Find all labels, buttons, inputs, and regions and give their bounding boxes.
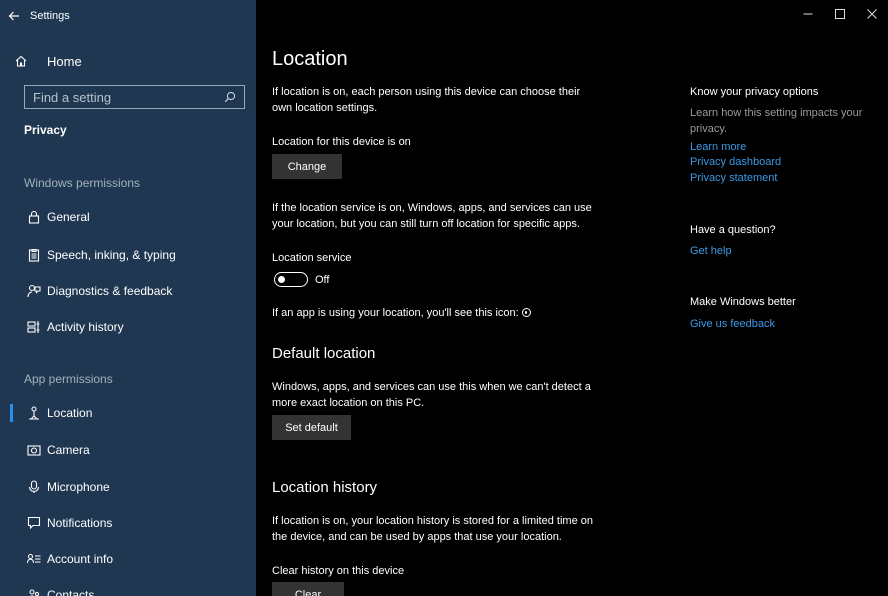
sidebar-item-camera[interactable]: Camera (0, 435, 256, 465)
sidebar-item-diagnostics[interactable]: Diagnostics & feedback (0, 276, 256, 306)
home-icon (11, 53, 31, 69)
sidebar-item-location[interactable]: Location (0, 398, 256, 428)
sidebar-item-label: Account info (47, 552, 114, 566)
question-heading: Have a question? (690, 224, 776, 236)
default-location-line2: more exact location on this PC. (272, 397, 425, 409)
privacy-options-text-line2: privacy. (690, 123, 728, 135)
window-controls (792, 0, 888, 32)
learn-more-link[interactable]: Learn more (690, 141, 746, 153)
toggle-state-label: Off (315, 273, 330, 286)
sidebar-item-notifications[interactable]: Notifications (0, 508, 256, 538)
clipboard-icon (24, 247, 44, 263)
sidebar-item-label: Contacts (47, 588, 95, 596)
microphone-icon (24, 479, 44, 495)
sidebar-item-label: Location (47, 406, 93, 420)
location-person-icon (24, 405, 44, 421)
sidebar-item-label: Activity history (47, 320, 124, 334)
account-info-icon (24, 551, 44, 567)
location-service-label: Location service (272, 252, 352, 264)
back-button[interactable] (0, 0, 28, 32)
timeline-icon (24, 319, 44, 335)
close-icon (867, 9, 877, 19)
default-location-line1: Windows, apps, and services can use this… (272, 381, 591, 393)
minimize-icon (803, 13, 813, 15)
clear-history-label: Clear history on this device (272, 565, 405, 577)
sidebar-item-general[interactable]: General (0, 202, 256, 232)
location-history-line1: If location is on, your location history… (272, 515, 593, 527)
contacts-icon (24, 587, 44, 596)
page-title: Location (272, 48, 348, 70)
feedback-person-icon (24, 283, 44, 299)
intro-text-line1: If location is on, each person using thi… (272, 86, 581, 98)
group-header-windows-permissions: Windows permissions (24, 176, 141, 190)
device-location-status: Location for this device is on (272, 136, 411, 148)
set-default-button[interactable]: Set default (272, 415, 351, 440)
sidebar-item-microphone[interactable]: Microphone (0, 472, 256, 502)
location-history-heading: Location history (272, 479, 378, 496)
make-windows-better-heading: Make Windows better (690, 296, 796, 308)
toggle-knob (278, 275, 285, 283)
section-title-privacy: Privacy (24, 123, 67, 137)
minimize-button[interactable] (792, 0, 824, 28)
back-arrow-icon (8, 11, 19, 21)
privacy-statement-link[interactable]: Privacy statement (690, 172, 777, 184)
privacy-dashboard-link[interactable]: Privacy dashboard (690, 156, 781, 168)
service-info-line2: your location, but you can still turn of… (272, 218, 580, 230)
lock-icon (24, 209, 44, 225)
sidebar-item-label: Speech, inking, & typing (47, 248, 176, 262)
group-header-app-permissions: App permissions (24, 372, 113, 386)
close-button[interactable] (856, 0, 888, 28)
get-help-link[interactable]: Get help (690, 245, 732, 257)
sidebar-item-label: Microphone (47, 480, 110, 494)
sidebar-item-speech[interactable]: Speech, inking, & typing (0, 240, 256, 270)
change-button[interactable]: Change (272, 154, 342, 179)
chat-bubble-icon (24, 515, 44, 531)
location-service-toggle[interactable] (274, 272, 308, 287)
sidebar-item-label: Diagnostics & feedback (47, 284, 173, 298)
nav-home-label: Home (47, 53, 82, 69)
app-icon-note: If an app is using your location, you'll… (272, 305, 531, 321)
default-location-heading: Default location (272, 345, 376, 362)
search-placeholder: Find a setting (33, 89, 112, 105)
privacy-options-heading: Know your privacy options (690, 86, 819, 98)
search-input[interactable]: Find a setting (24, 85, 245, 109)
sidebar-item-label: Camera (47, 443, 90, 457)
location-history-line2: the device, and can be used by apps that… (272, 531, 562, 543)
app-icon-note-text: If an app is using your location, you'll… (272, 307, 519, 319)
service-info-line1: If the location service is on, Windows, … (272, 202, 592, 214)
sidebar: Settings Home Find a setting Privacy Win… (0, 0, 256, 596)
sidebar-item-label: General (47, 210, 90, 224)
maximize-button[interactable] (824, 0, 856, 28)
sidebar-item-activity-history[interactable]: Activity history (0, 312, 256, 342)
app-title: Settings (30, 10, 70, 22)
clear-button[interactable]: Clear (272, 582, 344, 596)
maximize-icon (835, 9, 845, 19)
sidebar-item-label: Notifications (47, 516, 113, 530)
titlebar-left: Settings (0, 0, 256, 32)
sidebar-item-account-info[interactable]: Account info (0, 544, 256, 574)
search-icon (224, 91, 236, 103)
intro-text-line2: own location settings. (272, 102, 378, 114)
camera-icon (24, 442, 44, 458)
location-indicator-icon (521, 308, 531, 317)
nav-home[interactable]: Home (0, 48, 256, 74)
sidebar-item-contacts[interactable]: Contacts (0, 580, 256, 596)
location-service-toggle-row: Off (274, 272, 329, 287)
feedback-link[interactable]: Give us feedback (690, 318, 775, 330)
privacy-options-text-line1: Learn how this setting impacts your (690, 107, 863, 119)
